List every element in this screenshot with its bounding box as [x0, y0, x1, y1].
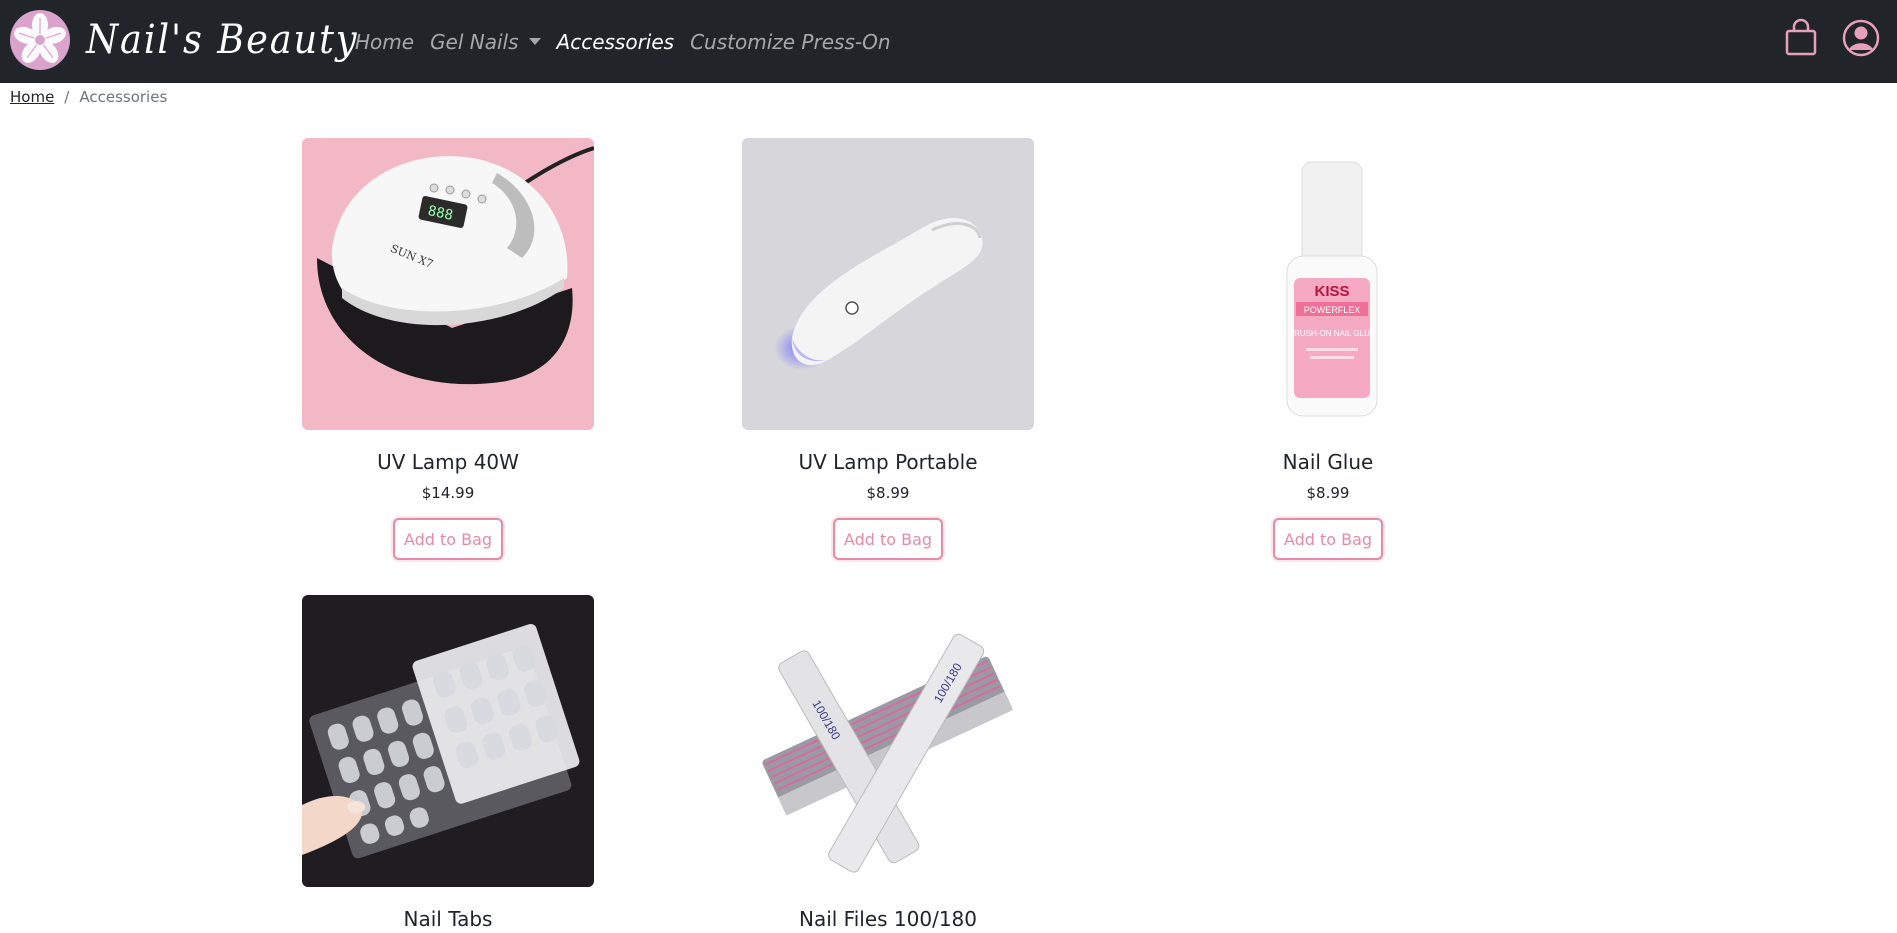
uv-lamp-image[interactable]: 888 SUN X7 [302, 138, 594, 430]
nail-files-image[interactable]: 100/180 100/180 [742, 595, 1034, 887]
glue-label-text: BRUSH-ON NAIL GLUE [1289, 329, 1375, 338]
nav-home[interactable]: Home [355, 30, 414, 54]
breadcrumb: Home / Accessories [10, 87, 167, 107]
brand-name[interactable]: Nail's Beauty [86, 12, 358, 68]
nav-accessories-label: Accessories [556, 29, 675, 54]
nav-icons [1781, 18, 1881, 58]
top-navbar: Nail's Beauty Home Gel Nails Accessories… [0, 0, 1897, 83]
shopping-bag-icon[interactable] [1781, 18, 1821, 58]
nav-gel-nails-label: Gel Nails [430, 29, 519, 54]
chevron-down-icon [528, 38, 541, 45]
product-card: 100/180 100/180 Nail Files 100/180 [742, 595, 1034, 933]
product-card: UV Lamp Portable $8.99 Add to Bag [742, 138, 1034, 560]
breadcrumb-current: Accessories [79, 88, 168, 106]
product-name: Nail Glue [1282, 450, 1374, 474]
product-name: Nail Tabs [403, 907, 493, 931]
product-price: $8.99 [866, 484, 910, 502]
product-card: Nail Tabs [302, 595, 594, 933]
breadcrumb-separator: / [64, 88, 70, 106]
product-price: $14.99 [421, 484, 475, 502]
product-card: 888 SUN X7 UV Lamp 40W $14.99 Add to Bag [302, 138, 594, 560]
nav-gel-nails-dropdown[interactable]: Gel Nails [430, 29, 541, 54]
glue-brand-text: KISS [1314, 283, 1349, 300]
product-card: KISS POWERFLEX BRUSH-ON NAIL GLUE Nail G… [1182, 138, 1474, 560]
flower-logo-icon[interactable] [10, 10, 70, 70]
add-to-bag-button[interactable]: Add to Bag [393, 518, 503, 560]
glue-line-text: POWERFLEX [1304, 305, 1361, 315]
main-nav: Home Gel Nails Accessories Customize Pre… [355, 0, 907, 83]
product-name: UV Lamp 40W [377, 450, 519, 474]
portable-uv-lamp-image[interactable] [742, 138, 1034, 430]
nav-customize-label: Customize Press-On [690, 29, 891, 54]
nav-accessories[interactable]: Accessories [557, 30, 675, 54]
product-price: $8.99 [1306, 484, 1350, 502]
product-name: Nail Files 100/180 [798, 907, 978, 931]
product-name: UV Lamp Portable [798, 450, 978, 474]
add-to-bag-button[interactable]: Add to Bag [1273, 518, 1383, 560]
nail-glue-image[interactable]: KISS POWERFLEX BRUSH-ON NAIL GLUE [1182, 138, 1474, 430]
nail-tabs-image[interactable] [302, 595, 594, 887]
add-to-bag-button[interactable]: Add to Bag [833, 518, 943, 560]
nav-home-label: Home [355, 29, 415, 54]
breadcrumb-home-link[interactable]: Home [10, 88, 54, 106]
user-account-icon[interactable] [1841, 18, 1881, 58]
nav-customize-press-on[interactable]: Customize Press-On [690, 30, 890, 54]
